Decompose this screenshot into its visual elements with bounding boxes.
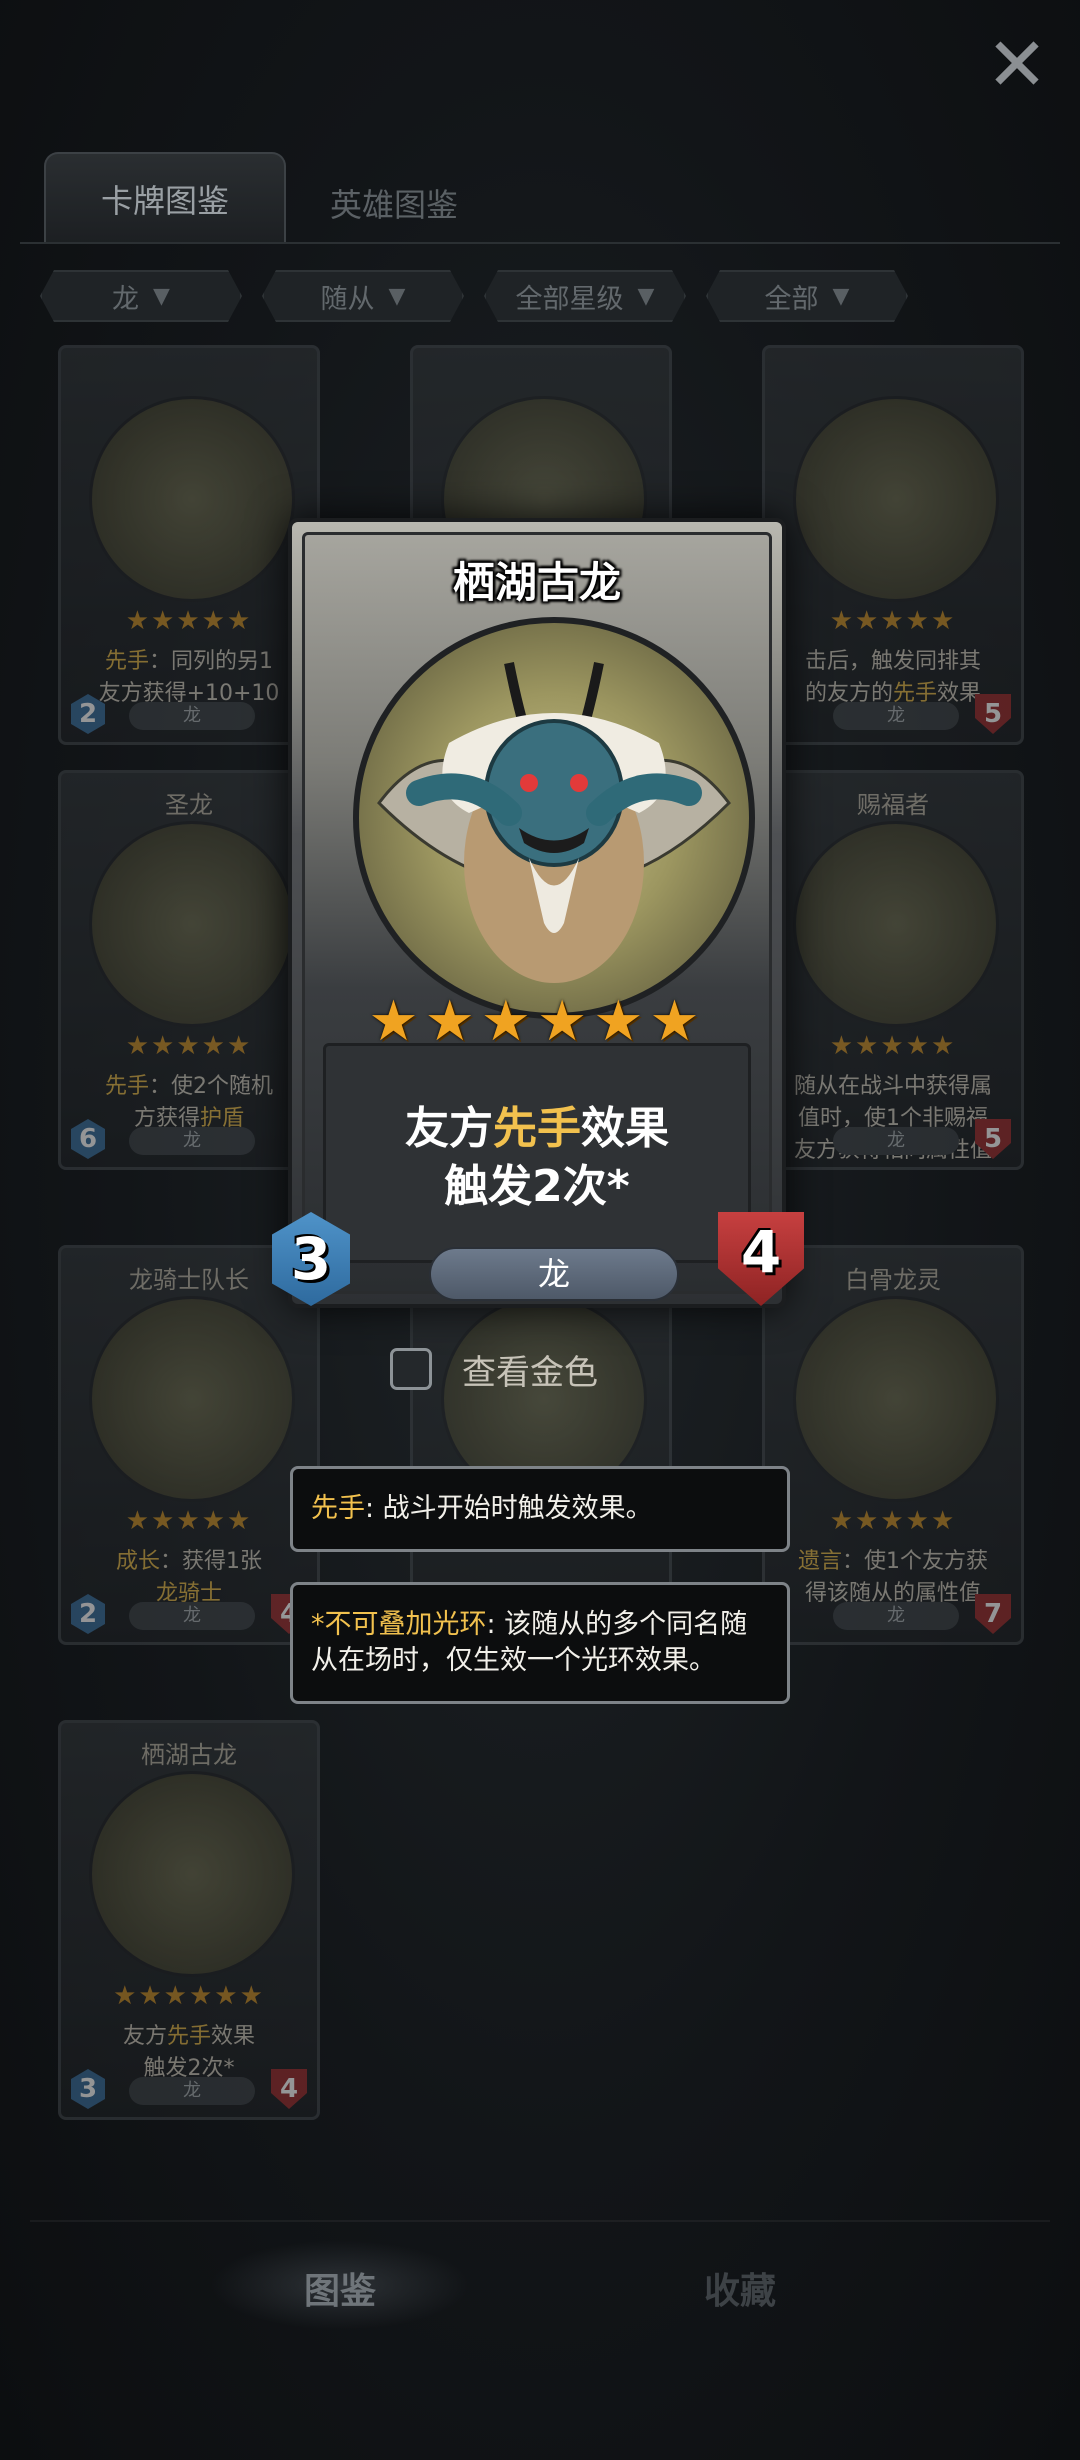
card-stars: ★★★★★ xyxy=(829,606,957,636)
card-type: 龙 xyxy=(129,1127,255,1155)
tab-divider xyxy=(20,242,1060,244)
card-type: 龙 xyxy=(129,702,255,730)
card-description: 遗言：使1个友方获 得该随从的属性值 xyxy=(797,1549,988,1606)
filter-star-level-label: 全部星级 xyxy=(515,283,624,315)
filter-card-type-label: 随从 xyxy=(320,283,375,315)
card-description: 友方先手效果 触发2次* xyxy=(326,1100,748,1216)
tooltip-keyword: 先手 xyxy=(311,1493,365,1524)
tooltip-keyword: *不可叠加光环 xyxy=(311,1609,487,1640)
nav-collection-label: 收藏 xyxy=(704,2271,777,2312)
grid-card[interactable]: ★★★★★ 击后，触发同排其 的友方的先手效果 龙 5 xyxy=(762,345,1024,745)
close-icon: ✕ xyxy=(985,22,1048,108)
card-portrait xyxy=(89,1296,295,1502)
view-gold-toggle[interactable]: 查看金色 xyxy=(390,1340,598,1398)
chevron-down-icon: ▼ xyxy=(637,283,655,309)
card-stars: ★★★★★★ xyxy=(113,1981,265,2011)
desc-keyword: 先手 xyxy=(493,1103,581,1154)
card-type: 龙 xyxy=(833,702,959,730)
chevron-down-icon: ▼ xyxy=(153,283,170,309)
grid-card[interactable]: 赐福者 ★★★★★ 随从在战斗中获得属值时，使1个非赐福友方获得相同属性值 龙 … xyxy=(762,770,1024,1170)
card-stars: ★★★★★ xyxy=(125,606,253,636)
card-name: 赐福者 xyxy=(857,791,929,819)
tooltip-text: : 战斗开始时触发效果。 xyxy=(365,1493,653,1524)
filter-other-label: 全部 xyxy=(764,283,819,315)
card-detail: 栖湖古龙 友方先手效果 触发2次* ★★★★★★ 龙 3 4 xyxy=(272,518,804,1308)
card-stars: ★★★★★ xyxy=(829,1506,957,1536)
dragon-art-icon xyxy=(377,662,731,983)
card-attack: 4 xyxy=(271,2069,307,2109)
card-description-box: 友方先手效果 触发2次* xyxy=(323,1043,751,1263)
nav-codex[interactable]: 图鉴 xyxy=(304,2262,376,2314)
bottom-divider xyxy=(30,2220,1050,2222)
nav-collection[interactable]: 收藏 xyxy=(704,2262,776,2314)
card-portrait xyxy=(793,1296,999,1502)
card-type: 龙 xyxy=(129,1602,255,1630)
card-stars: ★★★★★ xyxy=(829,1031,957,1061)
card-attack-value: 4 xyxy=(740,1218,782,1286)
filter-other[interactable]: 全部 ▼ xyxy=(706,270,908,322)
card-name: 圣龙 xyxy=(165,791,213,819)
dragon-portrait xyxy=(353,617,755,1019)
view-gold-label: 查看金色 xyxy=(462,1352,598,1393)
card-frame: 栖湖古龙 友方先手效果 触发2次* ★★★★★★ 龙 xyxy=(302,532,772,1301)
card-type-pill: 龙 xyxy=(429,1247,679,1301)
filter-race-label: 龙 xyxy=(112,283,140,315)
card-portrait xyxy=(793,821,999,1027)
card-attack: 5 xyxy=(975,694,1011,734)
card-portrait xyxy=(89,396,295,602)
card-description: 击后，触发同排其 的友方的先手效果 xyxy=(804,649,982,706)
card-stars: ★★★★★ xyxy=(125,1506,253,1536)
grid-card[interactable]: 白骨龙灵 ★★★★★ 遗言：使1个友方获 得该随从的属性值 龙 7 xyxy=(762,1245,1024,1645)
desc-line2: 触发2次* xyxy=(444,1161,630,1212)
card-name: 栖湖古龙 xyxy=(141,1741,237,1769)
card-portrait xyxy=(89,821,295,1027)
filter-star-level[interactable]: 全部星级 ▼ xyxy=(484,270,686,322)
view-gold-checkbox[interactable] xyxy=(390,1348,432,1390)
tab-hero-codex[interactable]: 英雄图鉴 xyxy=(330,180,458,226)
card-description: 友方先手效果 触发2次* xyxy=(122,2024,256,2081)
card-description: 先手：同列的另1 友方获得+10+10 xyxy=(98,649,280,706)
tab-card-codex[interactable]: 卡牌图鉴 xyxy=(44,152,286,244)
card-stars: ★★★★★ xyxy=(125,1031,253,1061)
card-description: 先手：使2个随机 方获得护盾 xyxy=(104,1074,273,1131)
grid-card[interactable]: 栖湖古龙 ★★★★★★ 友方先手效果 触发2次* 3 龙 4 xyxy=(58,1720,320,2120)
card-portrait xyxy=(793,396,999,602)
card-type: 龙 xyxy=(833,1127,959,1155)
grid-card[interactable]: ★★★★★ 先手：同列的另1 友方获得+10+10 2 龙 xyxy=(58,345,320,745)
card-title: 栖湖古龙 xyxy=(452,558,621,607)
chevron-down-icon: ▼ xyxy=(832,283,850,309)
grid-card[interactable]: 圣龙 ★★★★★ 先手：使2个随机 方获得护盾 6 龙 xyxy=(58,770,320,1170)
card-star-rating: ★★★★★★ xyxy=(368,989,706,1054)
tab-hero-codex-label: 英雄图鉴 xyxy=(330,186,459,224)
card-cost-value: 3 xyxy=(290,1225,332,1293)
keyword-tooltip-first-strike: 先手: 战斗开始时触发效果。 xyxy=(290,1466,790,1552)
card-type: 龙 xyxy=(833,1602,959,1630)
tab-card-codex-label: 卡牌图鉴 xyxy=(100,182,229,220)
card-description: 成长：获得1张 龙骑士 xyxy=(115,1549,262,1606)
chevron-down-icon: ▼ xyxy=(388,283,406,309)
nav-codex-label: 图鉴 xyxy=(304,2271,377,2312)
card-type: 龙 xyxy=(129,2077,255,2105)
grid-card[interactable]: 龙骑士队长 ★★★★★ 成长：获得1张 龙骑士 2 龙 4 xyxy=(58,1245,320,1645)
card-attack: 7 xyxy=(975,1594,1011,1634)
card-portrait xyxy=(89,1771,295,1977)
filter-race[interactable]: 龙 ▼ xyxy=(40,270,242,322)
desc-prefix: 友方 xyxy=(405,1103,493,1154)
keyword-tooltip-aura: *不可叠加光环: 该随从的多个同名随从在场时，仅生效一个光环效果。 xyxy=(290,1582,790,1704)
filter-card-type[interactable]: 随从 ▼ xyxy=(262,270,464,322)
close-button[interactable]: ✕ xyxy=(982,22,1052,108)
desc-suffix: 效果 xyxy=(581,1103,669,1154)
